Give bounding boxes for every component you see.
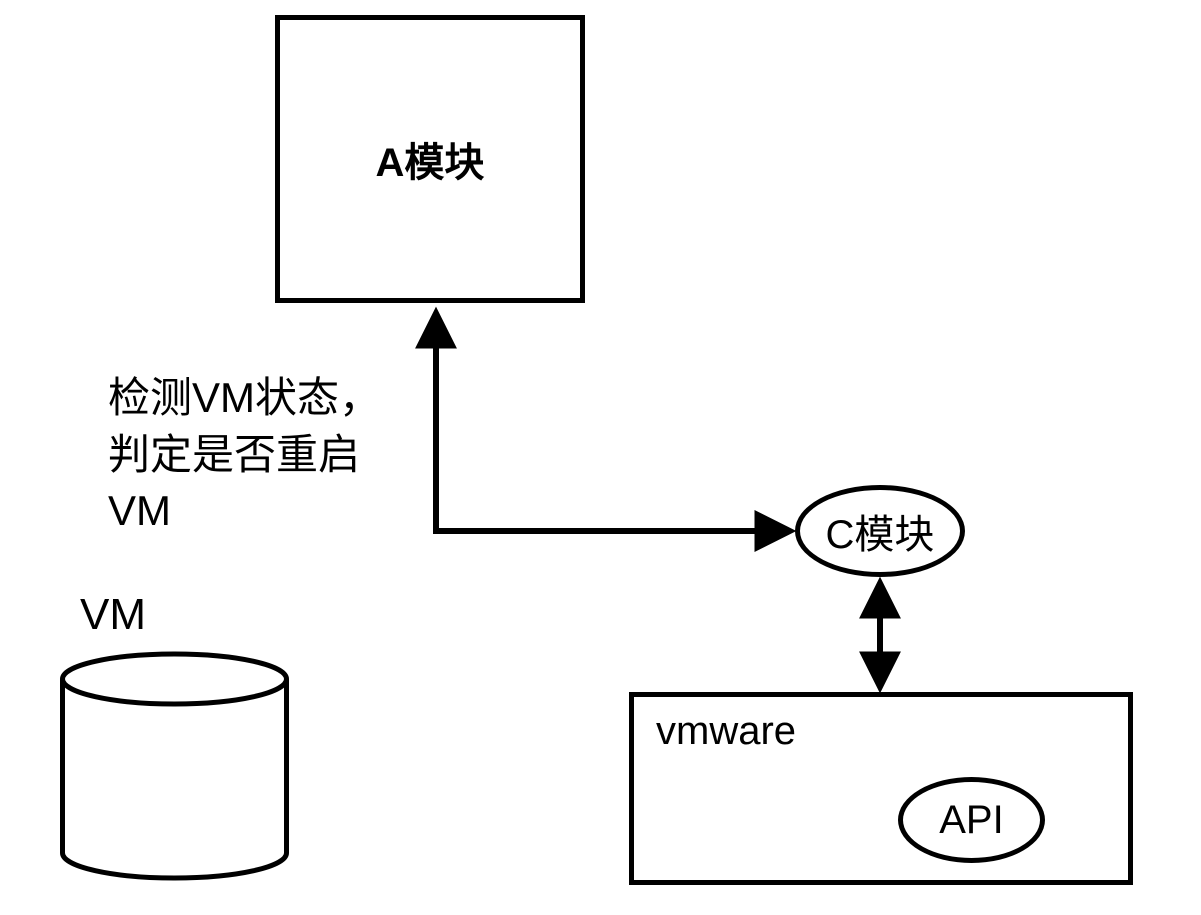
module-c-label: C模块: [826, 502, 935, 560]
api-label: API: [939, 798, 1003, 843]
arrow-annotation: 检测VM状态， 判定是否重启 VM: [108, 370, 381, 540]
annotation-line-2: 判定是否重启: [108, 427, 381, 484]
module-c-ellipse: C模块: [795, 485, 965, 577]
annotation-line-1: 检测VM状态，: [108, 370, 381, 427]
module-a-label: A模块: [376, 130, 485, 188]
vm-cylinder-icon: [58, 651, 291, 881]
vmware-box: vmware API: [629, 692, 1133, 885]
vm-label: VM: [80, 590, 146, 640]
annotation-line-3: VM: [108, 483, 381, 540]
api-ellipse: API: [898, 777, 1045, 863]
vmware-label: vmware: [656, 709, 796, 754]
module-a-box: A模块: [275, 15, 585, 303]
